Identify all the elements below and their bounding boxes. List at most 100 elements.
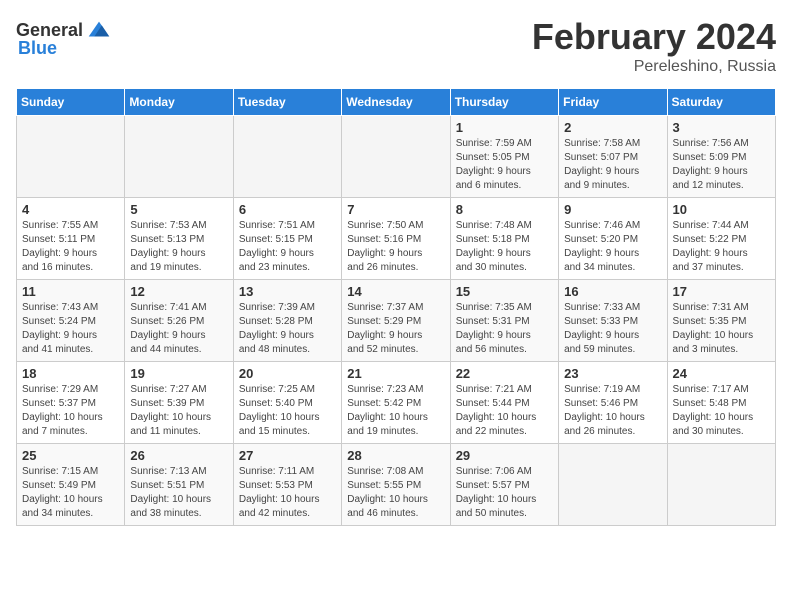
- day-number: 9: [564, 202, 661, 217]
- day-number: 16: [564, 284, 661, 299]
- title-block: February 2024 Pereleshino, Russia: [532, 16, 776, 76]
- day-number: 21: [347, 366, 444, 381]
- calendar-cell: [559, 444, 667, 526]
- calendar-cell: 17 Sunrise: 7:31 AM Sunset: 5:35 PM Dayli…: [667, 280, 775, 362]
- day-number: 18: [22, 366, 119, 381]
- calendar-cell: 29Sunrise: 7:06 AM Sunset: 5:57 PM Dayli…: [450, 444, 558, 526]
- day-info: Sunrise: 7:13 AM Sunset: 5:51 PM Dayligh…: [130, 465, 227, 521]
- weekday-header: Wednesday: [342, 89, 450, 116]
- logo-text-blue: Blue: [18, 38, 57, 59]
- calendar-cell: 20Sunrise: 7:25 AM Sunset: 5:40 PM Dayli…: [233, 362, 341, 444]
- day-number: 17: [673, 284, 770, 299]
- day-info: Sunrise: 7:31 AM Sunset: 5:35 PM Dayligh…: [673, 301, 770, 357]
- day-info: Sunrise: 7:48 AM Sunset: 5:18 PM Dayligh…: [456, 219, 553, 275]
- page-header: General Blue February 2024 Pereleshino, …: [16, 16, 776, 76]
- calendar-cell: 13 Sunrise: 7:39 AM Sunset: 5:28 PM Dayli…: [233, 280, 341, 362]
- day-number: 26: [130, 448, 227, 463]
- calendar-header-row: SundayMondayTuesdayWednesdayThursdayFrid…: [17, 89, 776, 116]
- calendar-cell: [342, 116, 450, 198]
- day-info: Sunrise: 7:58 AM Sunset: 5:07 PM Dayligh…: [564, 137, 661, 193]
- day-number: 19: [130, 366, 227, 381]
- calendar-cell: 19 Sunrise: 7:27 AM Sunset: 5:39 PM Dayli…: [125, 362, 233, 444]
- calendar-cell: 26 Sunrise: 7:13 AM Sunset: 5:51 PM Dayli…: [125, 444, 233, 526]
- calendar-cell: 16 Sunrise: 7:33 AM Sunset: 5:33 PM Dayli…: [559, 280, 667, 362]
- day-number: 8: [456, 202, 553, 217]
- day-number: 7: [347, 202, 444, 217]
- calendar-cell: 2 Sunrise: 7:58 AM Sunset: 5:07 PM Daylig…: [559, 116, 667, 198]
- day-number: 27: [239, 448, 336, 463]
- calendar-cell: 28Sunrise: 7:08 AM Sunset: 5:55 PM Dayli…: [342, 444, 450, 526]
- calendar-cell: 1 Sunrise: 7:59 AM Sunset: 5:05 PM Daylig…: [450, 116, 558, 198]
- weekday-header: Saturday: [667, 89, 775, 116]
- calendar-cell: [125, 116, 233, 198]
- day-number: 10: [673, 202, 770, 217]
- calendar-cell: 22 Sunrise: 7:21 AM Sunset: 5:44 PM Dayli…: [450, 362, 558, 444]
- day-info: Sunrise: 7:15 AM Sunset: 5:49 PM Dayligh…: [22, 465, 119, 521]
- calendar-cell: 8 Sunrise: 7:48 AM Sunset: 5:18 PM Daylig…: [450, 198, 558, 280]
- day-info: Sunrise: 7:06 AM Sunset: 5:57 PM Dayligh…: [456, 465, 553, 521]
- calendar-cell: 9 Sunrise: 7:46 AM Sunset: 5:20 PM Daylig…: [559, 198, 667, 280]
- day-number: 6: [239, 202, 336, 217]
- day-number: 25: [22, 448, 119, 463]
- calendar-cell: 4 Sunrise: 7:55 AM Sunset: 5:11 PM Daylig…: [17, 198, 125, 280]
- day-info: Sunrise: 7:11 AM Sunset: 5:53 PM Dayligh…: [239, 465, 336, 521]
- day-number: 2: [564, 120, 661, 135]
- day-number: 22: [456, 366, 553, 381]
- calendar-cell: 27 Sunrise: 7:11 AM Sunset: 5:53 PM Dayli…: [233, 444, 341, 526]
- calendar-cell: 14 Sunrise: 7:37 AM Sunset: 5:29 PM Dayli…: [342, 280, 450, 362]
- calendar-cell: 12 Sunrise: 7:41 AM Sunset: 5:26 PM Dayli…: [125, 280, 233, 362]
- calendar-cell: 3Sunrise: 7:56 AM Sunset: 5:09 PM Daylig…: [667, 116, 775, 198]
- day-info: Sunrise: 7:46 AM Sunset: 5:20 PM Dayligh…: [564, 219, 661, 275]
- calendar-cell: [17, 116, 125, 198]
- day-info: Sunrise: 7:39 AM Sunset: 5:28 PM Dayligh…: [239, 301, 336, 357]
- day-number: 12: [130, 284, 227, 299]
- day-info: Sunrise: 7:17 AM Sunset: 5:48 PM Dayligh…: [673, 383, 770, 439]
- day-info: Sunrise: 7:27 AM Sunset: 5:39 PM Dayligh…: [130, 383, 227, 439]
- calendar-cell: [667, 444, 775, 526]
- location-title: Pereleshino, Russia: [532, 58, 776, 76]
- calendar-cell: 6 Sunrise: 7:51 AM Sunset: 5:15 PM Daylig…: [233, 198, 341, 280]
- calendar-cell: 23Sunrise: 7:19 AM Sunset: 5:46 PM Dayli…: [559, 362, 667, 444]
- logo: General Blue: [16, 16, 113, 59]
- day-number: 23: [564, 366, 661, 381]
- calendar-cell: 5 Sunrise: 7:53 AM Sunset: 5:13 PM Daylig…: [125, 198, 233, 280]
- weekday-header: Monday: [125, 89, 233, 116]
- calendar-cell: 11 Sunrise: 7:43 AM Sunset: 5:24 PM Dayli…: [17, 280, 125, 362]
- day-info: Sunrise: 7:35 AM Sunset: 5:31 PM Dayligh…: [456, 301, 553, 357]
- day-number: 11: [22, 284, 119, 299]
- day-info: Sunrise: 7:41 AM Sunset: 5:26 PM Dayligh…: [130, 301, 227, 357]
- calendar-week-row: 4 Sunrise: 7:55 AM Sunset: 5:11 PM Daylig…: [17, 198, 776, 280]
- day-number: 1: [456, 120, 553, 135]
- day-info: Sunrise: 7:59 AM Sunset: 5:05 PM Dayligh…: [456, 137, 553, 193]
- calendar-week-row: 25 Sunrise: 7:15 AM Sunset: 5:49 PM Dayli…: [17, 444, 776, 526]
- logo-icon: [85, 16, 113, 44]
- day-info: Sunrise: 7:55 AM Sunset: 5:11 PM Dayligh…: [22, 219, 119, 275]
- day-info: Sunrise: 7:23 AM Sunset: 5:42 PM Dayligh…: [347, 383, 444, 439]
- day-number: 3: [673, 120, 770, 135]
- month-title: February 2024: [532, 16, 776, 58]
- day-info: Sunrise: 7:25 AM Sunset: 5:40 PM Dayligh…: [239, 383, 336, 439]
- weekday-header: Sunday: [17, 89, 125, 116]
- weekday-header: Friday: [559, 89, 667, 116]
- calendar-cell: 25 Sunrise: 7:15 AM Sunset: 5:49 PM Dayli…: [17, 444, 125, 526]
- day-number: 5: [130, 202, 227, 217]
- day-info: Sunrise: 7:33 AM Sunset: 5:33 PM Dayligh…: [564, 301, 661, 357]
- calendar-cell: 18Sunrise: 7:29 AM Sunset: 5:37 PM Dayli…: [17, 362, 125, 444]
- day-number: 24: [673, 366, 770, 381]
- calendar-cell: 7Sunrise: 7:50 AM Sunset: 5:16 PM Daylig…: [342, 198, 450, 280]
- calendar-week-row: 11 Sunrise: 7:43 AM Sunset: 5:24 PM Dayli…: [17, 280, 776, 362]
- day-info: Sunrise: 7:53 AM Sunset: 5:13 PM Dayligh…: [130, 219, 227, 275]
- day-info: Sunrise: 7:51 AM Sunset: 5:15 PM Dayligh…: [239, 219, 336, 275]
- calendar: SundayMondayTuesdayWednesdayThursdayFrid…: [16, 88, 776, 526]
- day-info: Sunrise: 7:43 AM Sunset: 5:24 PM Dayligh…: [22, 301, 119, 357]
- calendar-week-row: 18Sunrise: 7:29 AM Sunset: 5:37 PM Dayli…: [17, 362, 776, 444]
- calendar-cell: 15Sunrise: 7:35 AM Sunset: 5:31 PM Dayli…: [450, 280, 558, 362]
- calendar-cell: 10Sunrise: 7:44 AM Sunset: 5:22 PM Dayli…: [667, 198, 775, 280]
- day-info: Sunrise: 7:37 AM Sunset: 5:29 PM Dayligh…: [347, 301, 444, 357]
- day-info: Sunrise: 7:21 AM Sunset: 5:44 PM Dayligh…: [456, 383, 553, 439]
- day-number: 13: [239, 284, 336, 299]
- calendar-cell: [233, 116, 341, 198]
- calendar-cell: 24 Sunrise: 7:17 AM Sunset: 5:48 PM Dayli…: [667, 362, 775, 444]
- day-number: 14: [347, 284, 444, 299]
- day-number: 4: [22, 202, 119, 217]
